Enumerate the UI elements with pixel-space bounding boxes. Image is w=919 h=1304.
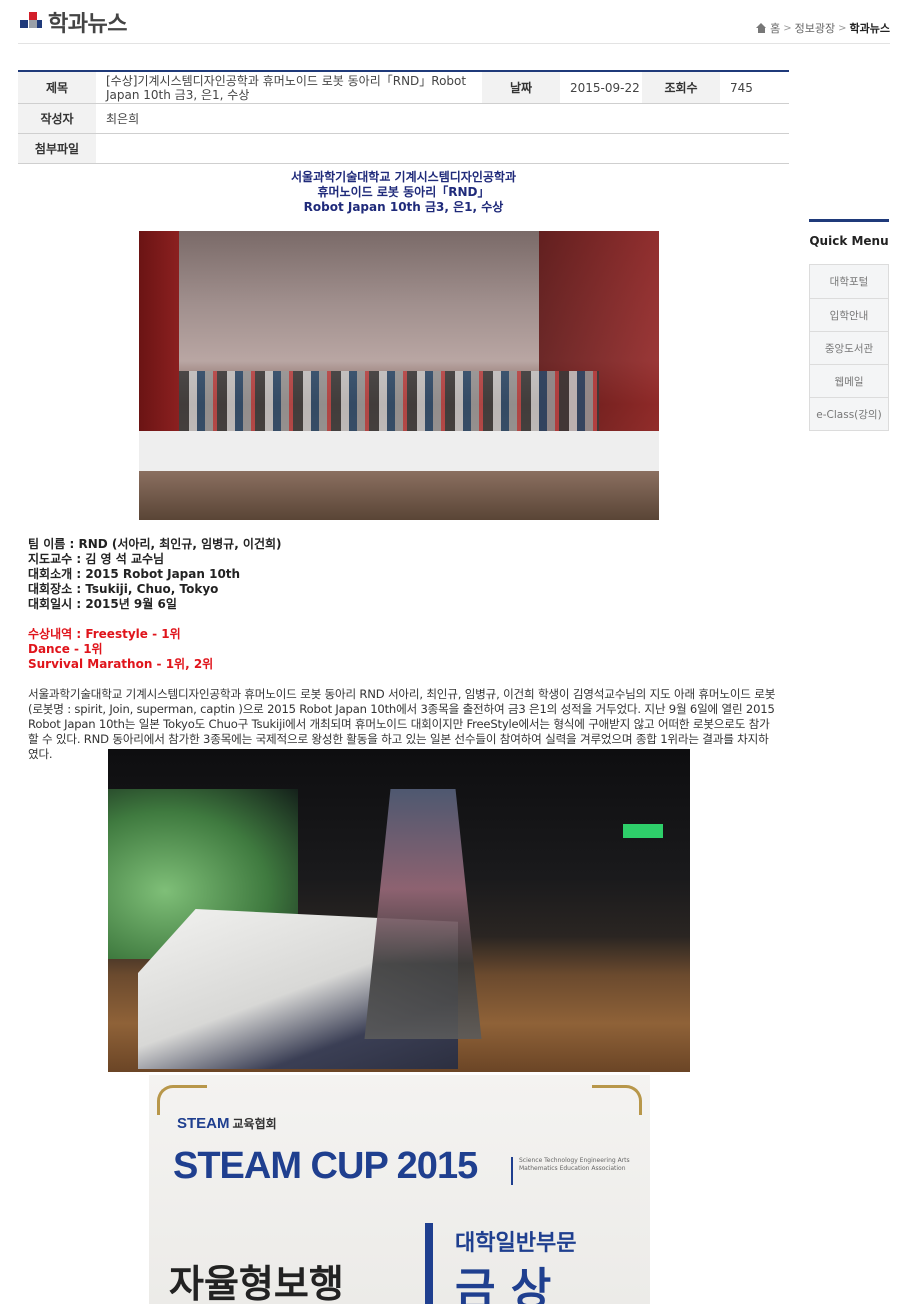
award-item: Dance - 1위 bbox=[28, 642, 103, 656]
info-row-subject: 제목 [수상]기계시스템디자인공학과 휴머노이드 로봇 동아리「RND」Robo… bbox=[18, 72, 789, 104]
content-heading: 서울과학기술대학교 기계시스템디자인공학과 휴머노이드 로봇 동아리「RND」 … bbox=[18, 170, 789, 215]
author-label: 작성자 bbox=[18, 104, 96, 133]
quick-menu-title: Quick Menu bbox=[809, 234, 889, 248]
home-icon[interactable] bbox=[756, 23, 767, 33]
detail-advisor: 지도교수 : 김 영 석 교수님 bbox=[28, 552, 165, 566]
stage-photo bbox=[108, 749, 690, 1072]
detail-venue: 대회장소 : Tsukiji, Chuo, Tokyo bbox=[28, 582, 219, 596]
post-subject: [수상]기계시스템디자인공학과 휴머노이드 로봇 동아리「RND」Robot J… bbox=[106, 73, 467, 102]
subject-label: 제목 bbox=[18, 72, 96, 103]
award-list: 수상내역 : Freestyle - 1위 Dance - 1위 Surviva… bbox=[28, 627, 778, 672]
breadcrumb-home[interactable]: 홈 bbox=[770, 20, 780, 36]
breadcrumb-info-square[interactable]: 정보광장 bbox=[795, 20, 835, 36]
breadcrumb-current[interactable]: 학과뉴스 bbox=[850, 20, 890, 36]
quick-link-webmail[interactable]: 웹메일 bbox=[810, 364, 888, 397]
detail-team: 팀 이름 : RND (서아리, 최인규, 임병규, 이건희) bbox=[28, 537, 282, 551]
chevron-right-icon: > bbox=[783, 22, 792, 34]
certificate-association: Science Technology Engineering Arts Math… bbox=[519, 1157, 630, 1172]
page-title: 학과뉴스 bbox=[48, 12, 127, 37]
views-label: 조회수 bbox=[642, 72, 720, 103]
heading-line: 서울과학기술대학교 기계시스템디자인공학과 bbox=[291, 170, 516, 184]
detail-date: 대회일시 : 2015년 9월 6일 bbox=[28, 597, 177, 611]
breadcrumb: 홈 > 정보광장 > 학과뉴스 bbox=[756, 20, 890, 36]
detail-event: 대회소개 : 2015 Robot Japan 10th bbox=[28, 567, 241, 581]
competition-details: 팀 이름 : RND (서아리, 최인규, 임병규, 이건희) 지도교수 : 김… bbox=[28, 537, 778, 612]
heading-line: Robot Japan 10th 금3, 은1, 수상 bbox=[303, 200, 504, 214]
attachment-list bbox=[96, 134, 789, 163]
quick-link-admission[interactable]: 입학안내 bbox=[810, 298, 888, 331]
info-row-author: 작성자 최은희 bbox=[18, 104, 789, 134]
post-date: 2015-09-22 bbox=[570, 80, 640, 95]
date-label: 날짜 bbox=[482, 72, 560, 103]
quick-link-library[interactable]: 중앙도서관 bbox=[810, 331, 888, 364]
heading-line: 휴머노이드 로봇 동아리「RND」 bbox=[317, 185, 490, 199]
award-item: Survival Marathon - 1위, 2위 bbox=[28, 657, 214, 671]
certificate-brand: STEAM 교육협회 bbox=[177, 1115, 277, 1132]
chevron-right-icon: > bbox=[838, 22, 847, 34]
info-row-attachment: 첨부파일 bbox=[18, 134, 789, 164]
award-item: 수상내역 : Freestyle - 1위 bbox=[28, 627, 181, 641]
post-author: 최은희 bbox=[106, 112, 140, 126]
quick-link-eclass[interactable]: e-Class(강의) bbox=[810, 397, 888, 430]
quick-link-portal[interactable]: 대학포털 bbox=[810, 265, 888, 298]
quick-menu-list: 대학포털 입학안내 중앙도서관 웹메일 e-Class(강의) bbox=[809, 264, 889, 431]
page-header: 학과뉴스 홈 > 정보광장 > 학과뉴스 bbox=[18, 0, 890, 44]
certificate-event: 자율형보행 bbox=[169, 1262, 344, 1304]
post-views: 745 bbox=[730, 80, 753, 95]
robots-display-photo bbox=[139, 231, 659, 520]
post-info-table: 제목 [수상]기계시스템디자인공학과 휴머노이드 로봇 동아리「RND」Robo… bbox=[18, 70, 789, 164]
certificate-prize: 금 상 bbox=[455, 1264, 552, 1304]
logo-icon bbox=[20, 12, 42, 28]
exit-sign-icon bbox=[623, 824, 663, 838]
certificate-cup-title: STEAM CUP 2015 bbox=[173, 1145, 478, 1187]
quick-menu: Quick Menu 대학포털 입학안내 중앙도서관 웹메일 e-Class(강… bbox=[809, 219, 889, 431]
award-certificate-photo: STEAM 교육협회 STEAM CUP 2015 Science Technol… bbox=[149, 1075, 650, 1304]
attachment-label: 첨부파일 bbox=[18, 134, 96, 163]
